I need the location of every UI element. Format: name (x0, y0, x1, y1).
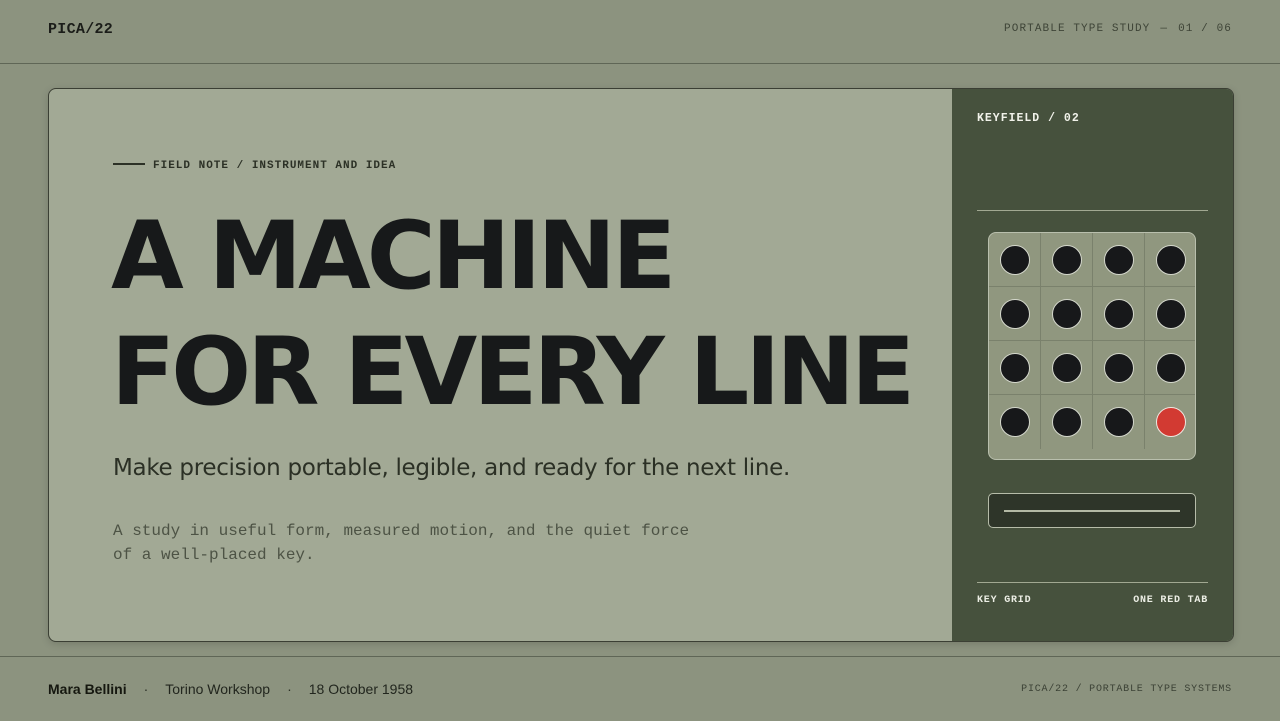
key-grid-label: KEY GRID (977, 595, 1032, 606)
key-cell (1145, 233, 1195, 287)
key-cell (1093, 395, 1145, 449)
bottom-bar: Mara Bellini · Torino Workshop · 18 October … (0, 656, 1280, 721)
key[interactable] (1156, 244, 1186, 275)
subhead: Make precision portable, legible, and re… (113, 455, 791, 481)
top-bar: PICA/22 PORTABLE TYPE STUDY — 01 / 06 (0, 0, 1280, 64)
key[interactable] (999, 407, 1030, 437)
key[interactable] (1103, 244, 1134, 275)
key-grid (988, 232, 1196, 460)
body-text: A study in useful form, measured motion,… (113, 519, 713, 567)
meta-separator: — (1160, 23, 1169, 35)
kicker-rule (113, 163, 145, 166)
key-cell (989, 395, 1041, 449)
key[interactable] (1051, 407, 1082, 437)
panel-divider-top (977, 210, 1208, 211)
key[interactable] (1051, 298, 1082, 329)
key[interactable] (999, 352, 1030, 383)
key-cell (989, 341, 1041, 395)
headline-line-1: A MACHINE (111, 202, 676, 311)
brand-logo[interactable]: PICA/22 (48, 21, 113, 38)
keyfield-panel: KEYFIELD / 02 KEY GRID ONE RED TAB (952, 89, 1233, 641)
key-cell (989, 233, 1041, 287)
key-cell (989, 287, 1041, 341)
key[interactable] (1103, 298, 1134, 329)
key[interactable] (999, 244, 1030, 275)
key[interactable] (1156, 352, 1186, 383)
credit-dot: · (287, 681, 292, 697)
page-indicator: 01 / 06 (1178, 23, 1232, 35)
key[interactable] (1051, 352, 1082, 383)
credit-dot: · (143, 681, 149, 697)
date: 18 October 1958 (308, 681, 414, 697)
key-cell (1093, 287, 1145, 341)
key-cell (1041, 341, 1093, 395)
key-cell (1041, 233, 1093, 287)
key-cell (1093, 233, 1145, 287)
red-tab-label: ONE RED TAB (1133, 595, 1208, 606)
credits: Mara Bellini · Torino Workshop · 18 October … (48, 681, 413, 697)
hero-panel: FIELD NOTE / INSTRUMENT AND IDEA A MACHI… (49, 89, 952, 641)
author-name: Mara Bellini (48, 681, 127, 697)
red-key[interactable] (1156, 407, 1186, 437)
slide-card: FIELD NOTE / INSTRUMENT AND IDEA A MACHI… (48, 88, 1234, 642)
venue: Torino Workshop (165, 681, 271, 697)
key-cell (1093, 341, 1145, 395)
kicker: FIELD NOTE / INSTRUMENT AND IDEA (113, 160, 396, 172)
key[interactable] (1156, 298, 1186, 329)
kicker-text: FIELD NOTE / INSTRUMENT AND IDEA (153, 160, 397, 172)
key[interactable] (999, 298, 1030, 329)
key-input-bar[interactable] (988, 493, 1196, 528)
colophon: PICA/22 / PORTABLE TYPE SYSTEMS (1021, 684, 1232, 695)
key-cell (1145, 395, 1195, 449)
key-cell (1041, 287, 1093, 341)
key[interactable] (1103, 407, 1134, 437)
key[interactable] (1051, 244, 1082, 275)
headline-line-2: FOR EVERY LINE (111, 318, 915, 427)
body-line-2: of a well-placed key. (113, 546, 315, 564)
key-cell (1041, 395, 1093, 449)
keyfield-title: KEYFIELD / 02 (977, 112, 1080, 125)
headline: A MACHINE FOR EVERY LINE (111, 199, 915, 431)
key[interactable] (1103, 352, 1134, 383)
key-cell (1145, 287, 1195, 341)
panel-divider-bottom (977, 582, 1208, 583)
body-line-1: A study in useful form, measured motion,… (113, 522, 690, 540)
key-cell (1145, 341, 1195, 395)
input-line (1004, 510, 1180, 512)
section-label: PORTABLE TYPE STUDY (1004, 23, 1151, 35)
page-meta: PORTABLE TYPE STUDY — 01 / 06 (1004, 23, 1232, 35)
